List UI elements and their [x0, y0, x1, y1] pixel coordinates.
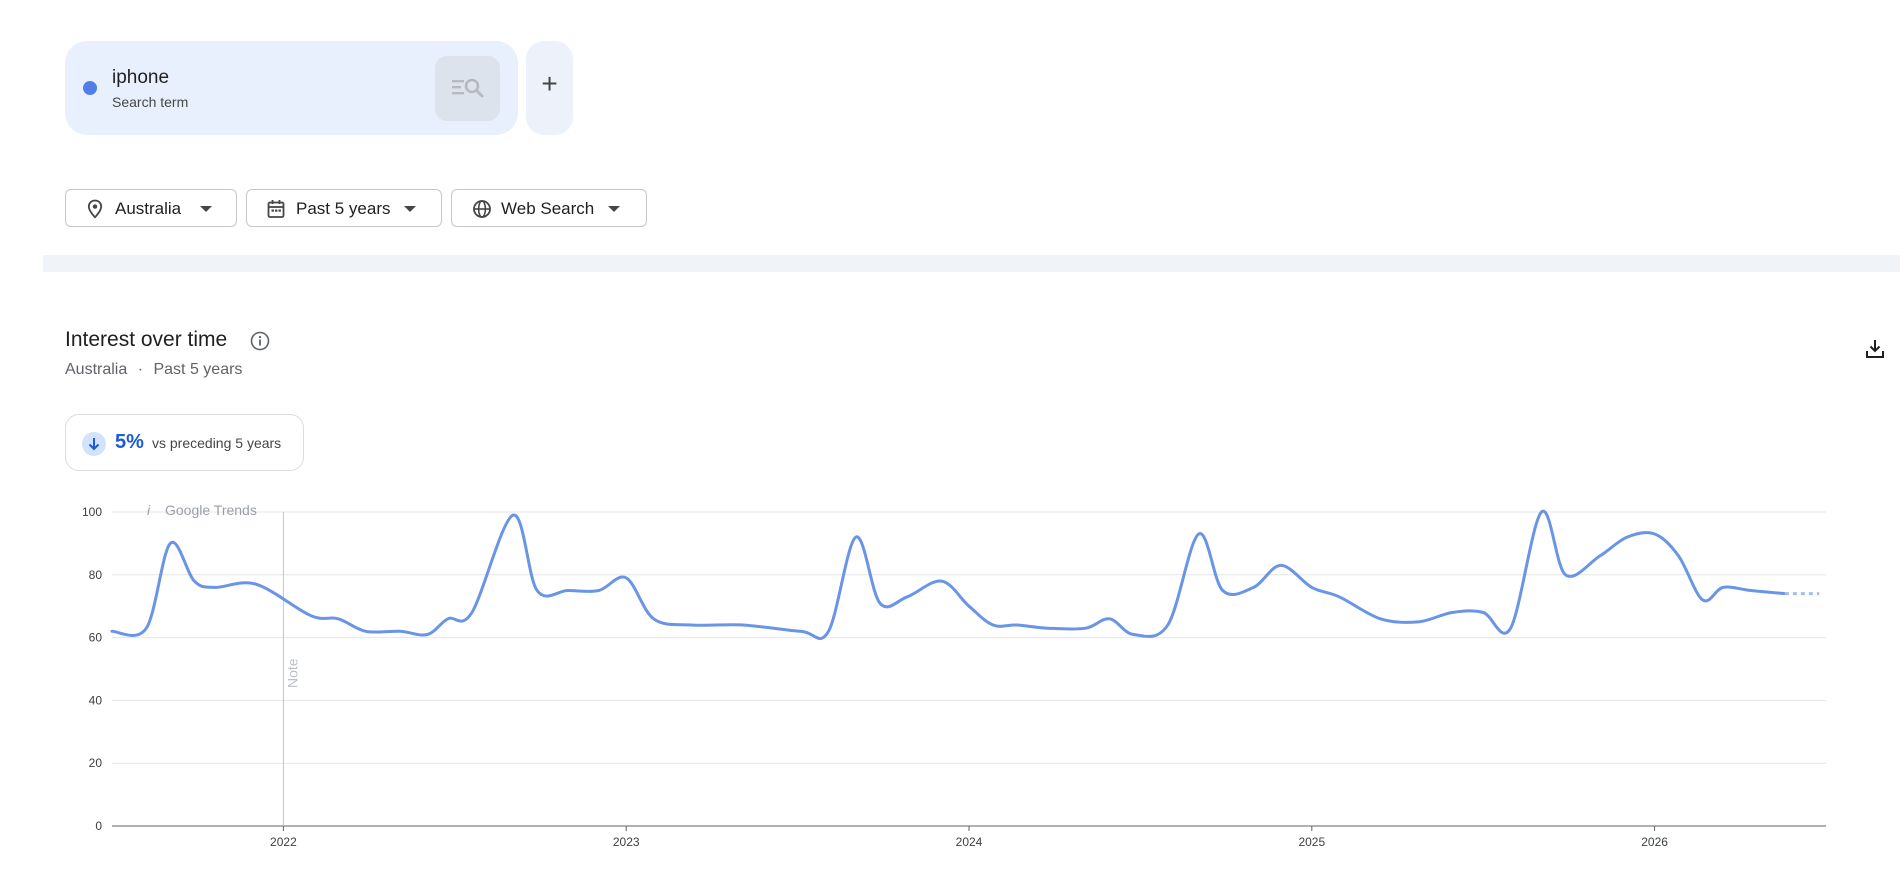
y-tick-label: 0 — [95, 819, 102, 833]
y-tick-label: 40 — [89, 693, 103, 707]
x-tick-label: 2026 — [1641, 835, 1668, 849]
y-tick-label: 20 — [89, 756, 103, 770]
interest-over-time-chart[interactable]: 100 80 60 40 20 0 2022 2023 2024 2025 2026 Note i Goo… — [0, 0, 1900, 888]
y-tick-label: 100 — [82, 505, 102, 519]
note-marker-label: Note — [284, 658, 300, 688]
x-tick-label: 2023 — [613, 835, 640, 849]
y-tick-label: 80 — [89, 568, 103, 582]
watermark-label: Google Trends — [165, 502, 257, 518]
y-tick-label: 60 — [89, 631, 103, 645]
x-tick-label: 2025 — [1298, 835, 1325, 849]
watermark-icon: i — [147, 502, 151, 518]
x-tick-label: 2022 — [270, 835, 297, 849]
x-tick-label: 2024 — [956, 835, 983, 849]
